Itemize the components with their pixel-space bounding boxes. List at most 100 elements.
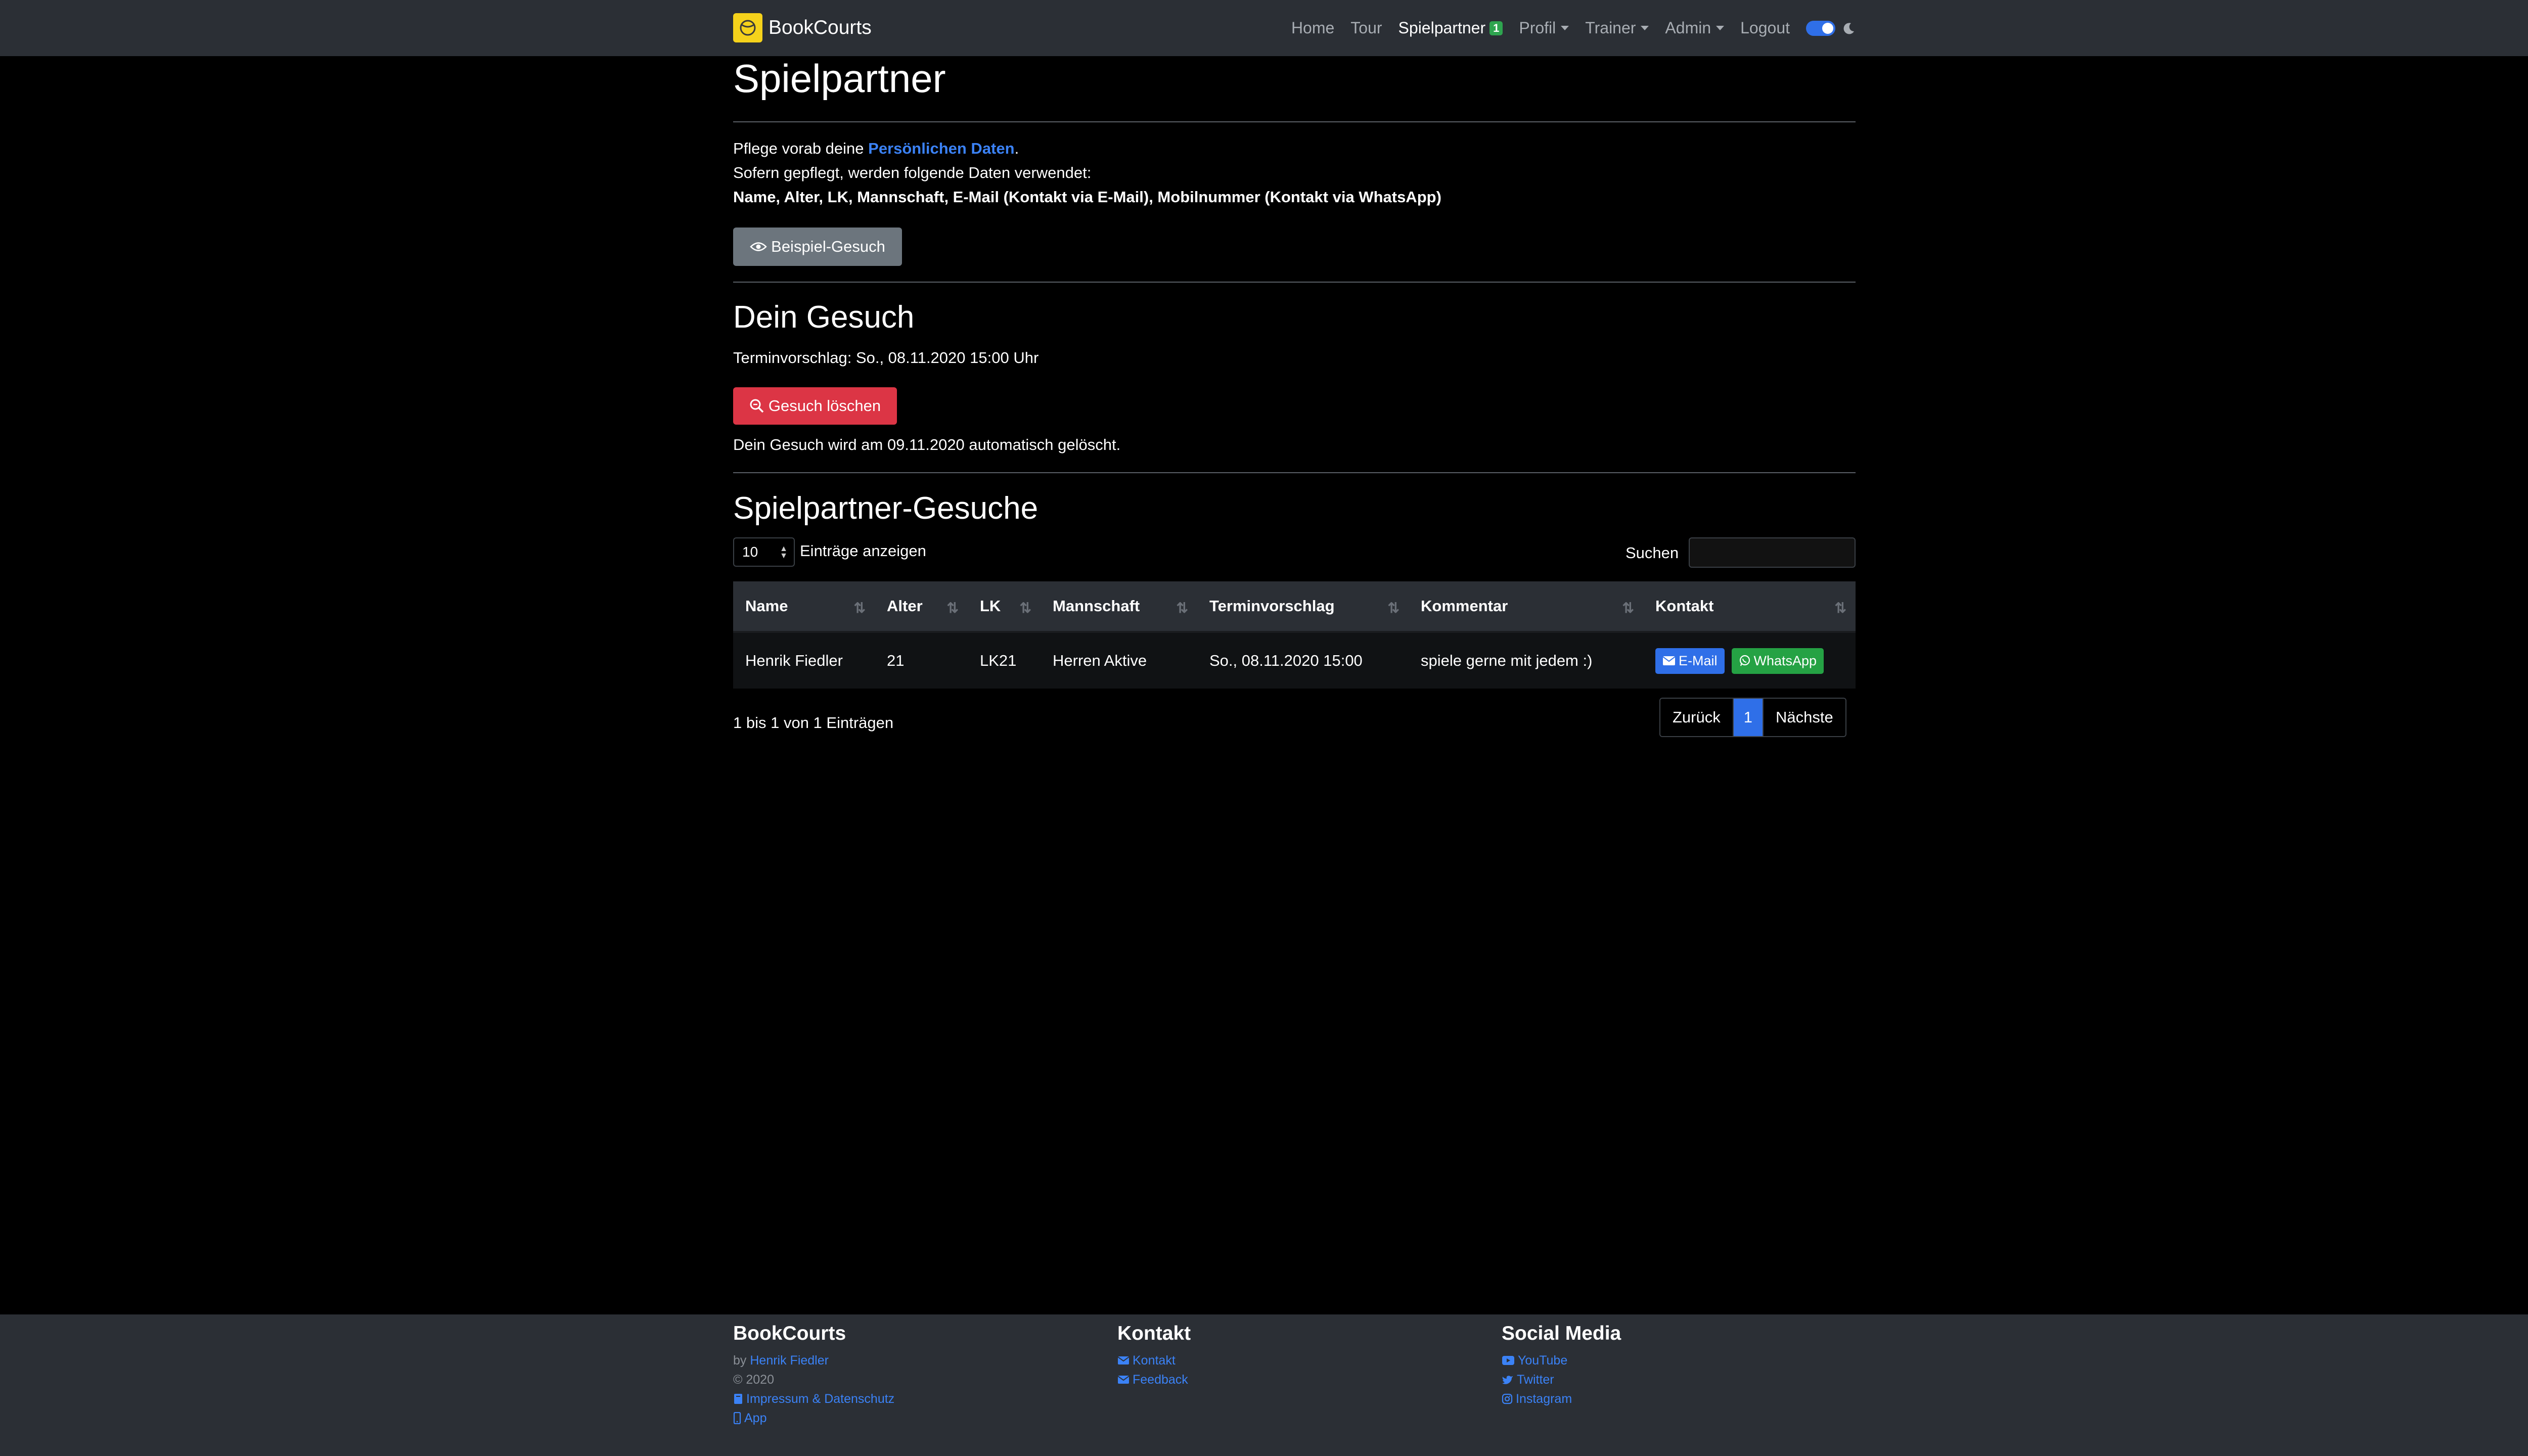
my-request-proposal: Terminvorschlag: So., 08.11.2020 15:00 U… [733,349,1039,367]
table-info: 1 bis 1 von 1 Einträgen [733,714,894,732]
pagination-page-1[interactable]: 1 [1732,699,1763,736]
nav-menu: Home Tour Spielpartner 1 Profil Trainer … [1275,0,1856,56]
sort-icon: ⇅ [1387,600,1400,616]
nav-tour[interactable]: Tour [1350,19,1382,37]
brand-name: BookCourts [769,17,872,38]
nav-spielpartner-label: Spielpartner [1398,19,1486,37]
sort-icon: ⇅ [1176,600,1188,616]
column-header-alter[interactable]: Alter ⇅ [875,581,968,631]
nav-admin-dropdown[interactable]: Admin [1665,19,1725,37]
email-label: E-Mail [1679,653,1718,668]
caret-down-icon [1561,26,1569,30]
footer: BookCourts by Henrik Fiedler © 2020 Impr… [0,1314,2528,1456]
column-header-kontakt[interactable]: Kontakt ⇅ [1643,581,1856,631]
column-label: Kontakt [1655,597,1714,615]
column-label: Mannschaft [1053,597,1140,615]
search-input[interactable] [1689,537,1856,568]
mobile-icon [733,1412,741,1424]
nav-home[interactable]: Home [1291,19,1334,37]
brand[interactable]: BookCourts [733,13,872,42]
footer-twitter-label: Twitter [1517,1373,1554,1387]
footer-col-social: Social Media YouTube Twitter Instagram [1502,1323,1621,1408]
footer-kontakt-label: Kontakt [1133,1353,1176,1368]
requests-title: Spielpartner-Gesuche [733,491,1039,526]
example-request-button[interactable]: Beispiel-Gesuch [733,228,902,266]
book-icon [734,1394,742,1404]
email-contact-button[interactable]: E-Mail [1655,648,1725,674]
footer-feedback-link[interactable]: Feedback [1117,1370,1191,1389]
requests-table: Name ⇅ Alter ⇅ LK ⇅ Mannschaft ⇅ Terminvorsc… [733,581,1856,689]
footer-instagram-link[interactable]: Instagram [1502,1389,1621,1408]
nav-spielpartner[interactable]: Spielpartner 1 [1398,19,1503,37]
footer-instagram-label: Instagram [1516,1392,1572,1406]
column-header-terminvorschlag[interactable]: Terminvorschlag ⇅ [1197,581,1409,631]
envelope-icon [1117,1376,1130,1384]
twitter-icon [1502,1376,1513,1384]
divider [733,282,1856,283]
delete-request-label: Gesuch löschen [768,397,881,415]
sort-icon: ⇅ [853,600,866,616]
footer-impressum-link[interactable]: Impressum & Datenschutz [733,1389,894,1408]
intro-line-2: Sofern gepflegt, werden folgende Daten v… [733,164,1092,181]
page-title: Spielpartner [733,56,946,101]
pagination-prev[interactable]: Zurück [1660,699,1733,736]
caret-down-icon [1641,26,1649,30]
whatsapp-icon [1739,655,1750,666]
nav-admin-label: Admin [1665,19,1711,37]
cell-kommentar: spiele gerne mit jedem :) [1421,652,1593,669]
column-header-lk[interactable]: LK ⇅ [968,581,1041,631]
moon-icon [1842,22,1856,35]
search-label: Suchen [1626,544,1679,562]
sort-icon: ⇅ [1622,600,1634,616]
notification-badge: 1 [1489,21,1503,35]
footer-youtube-label: YouTube [1518,1353,1568,1368]
column-header-name[interactable]: Name ⇅ [733,581,875,631]
footer-social-title: Social Media [1502,1323,1621,1344]
cell-name: Henrik Fiedler [745,652,843,669]
column-label: Name [745,597,788,615]
cell-lk: LK21 [980,652,1017,669]
eye-icon [750,242,767,251]
table-header: Name ⇅ Alter ⇅ LK ⇅ Mannschaft ⇅ Terminvorsc… [733,581,1856,633]
footer-impressum-label: Impressum & Datenschutz [746,1392,895,1406]
whatsapp-label: WhatsApp [1753,653,1817,668]
footer-author-link[interactable]: Henrik Fiedler [750,1351,829,1370]
sort-icon: ⇅ [1019,600,1031,616]
personal-data-link[interactable]: Persönlichen Daten [868,140,1014,157]
footer-youtube-link[interactable]: YouTube [1502,1351,1621,1370]
divider [733,472,1856,473]
footer-app-link[interactable]: App [733,1408,894,1428]
column-header-mannschaft[interactable]: Mannschaft ⇅ [1041,581,1197,631]
column-label: Alter [887,597,923,615]
column-label: LK [980,597,1001,615]
entries-length-label: Einträge anzeigen [800,542,926,560]
nav-trainer-dropdown[interactable]: Trainer [1585,19,1649,37]
table-row: Henrik Fiedler 21 LK21 Herren Aktive So.… [733,633,1856,689]
column-header-kommentar[interactable]: Kommentar ⇅ [1409,581,1643,631]
delete-request-button[interactable]: Gesuch löschen [733,387,897,425]
footer-col-brand: BookCourts by Henrik Fiedler © 2020 Impr… [733,1323,894,1428]
select-arrows-icon: ▲ ▼ [780,544,788,560]
pagination-next[interactable]: Nächste [1763,699,1845,736]
search-minus-icon [750,399,764,413]
nav-logout[interactable]: Logout [1740,19,1790,37]
intro-suffix: . [1014,140,1019,157]
whatsapp-contact-button[interactable]: WhatsApp [1731,648,1824,674]
footer-twitter-link[interactable]: Twitter [1502,1370,1621,1389]
envelope-icon [1117,1356,1130,1364]
intro-line-1: Pflege vorab deine Persönlichen Daten. [733,140,1019,158]
cell-mannschaft: Herren Aktive [1053,652,1147,669]
column-label: Kommentar [1421,597,1508,615]
nav-profil-dropdown[interactable]: Profil [1519,19,1569,37]
entries-length-value: 10 [742,544,758,560]
column-label: Terminvorschlag [1209,597,1335,615]
envelope-icon [1662,656,1676,665]
pagination: Zurück 1 Nächste [1659,698,1846,737]
dark-mode-toggle[interactable] [1806,20,1835,36]
footer-brand-title: BookCourts [733,1323,846,1344]
footer-col-kontakt: Kontakt Kontakt Feedback [1117,1323,1191,1389]
footer-kontakt-link[interactable]: Kontakt [1117,1351,1191,1370]
sort-icon: ⇅ [946,600,959,616]
entries-length-select[interactable]: 10 ▲ ▼ [733,537,795,567]
intro-line-3: Name, Alter, LK, Mannschaft, E-Mail (Kon… [733,188,1441,206]
